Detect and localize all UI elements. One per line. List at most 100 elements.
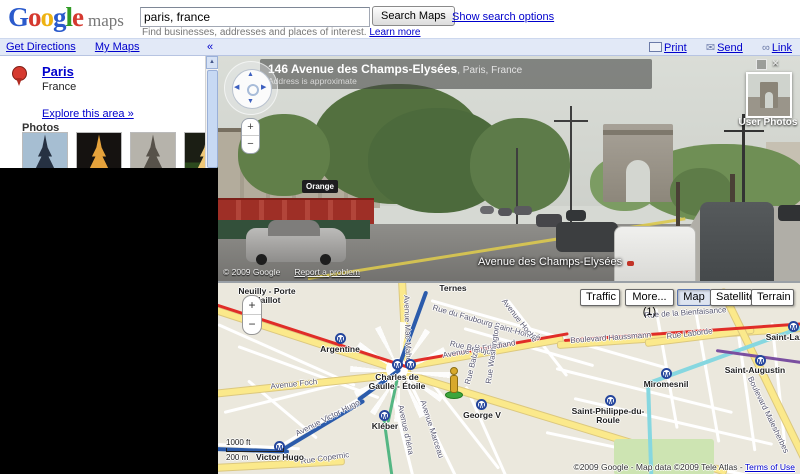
station-label: Kléber xyxy=(366,422,404,431)
car-cabin xyxy=(268,220,320,236)
metro-station-icon[interactable]: M xyxy=(476,399,487,410)
station-label: Argentine xyxy=(310,345,370,354)
dark-van xyxy=(700,202,774,283)
station-label: Saint-Lazare xyxy=(756,333,800,342)
user-photos-thumbnail[interactable] xyxy=(746,72,792,118)
separator xyxy=(695,42,698,54)
traffic-button[interactable]: Traffic xyxy=(580,289,620,306)
white-van xyxy=(614,226,696,283)
scale-metric: 200 m xyxy=(226,453,284,462)
map-zoom-control: + − xyxy=(242,295,262,335)
separator xyxy=(84,41,87,53)
search-hint: Find businesses, addresses and places of… xyxy=(142,27,421,38)
car xyxy=(480,206,494,214)
tree xyxy=(470,118,570,213)
eiffel-tower-photo xyxy=(131,133,175,171)
map-scale: 1000 ft 200 m xyxy=(226,438,284,462)
metro-station-icon[interactable]: M xyxy=(788,321,799,332)
lamp-arm xyxy=(554,120,588,122)
toolbar: Get Directions My Maps « Print ✉Send ∞Li… xyxy=(0,38,800,56)
car xyxy=(498,208,512,216)
place-name-link[interactable]: Paris xyxy=(42,64,74,79)
pegman-body xyxy=(450,375,458,393)
streetview-zoom-control: + − xyxy=(241,118,260,154)
van-taillight xyxy=(627,261,634,266)
print-link[interactable]: Print xyxy=(664,42,687,54)
user-photos-label[interactable]: User Photos xyxy=(736,117,800,128)
google-maps-logo[interactable]: Googlemaps xyxy=(8,2,124,33)
photo-thumbnail[interactable] xyxy=(130,132,176,172)
zoom-in-button[interactable]: + xyxy=(242,119,259,136)
map-copyright: ©2009 Google - Map data ©2009 Tele Atlas… xyxy=(573,462,795,472)
report-problem-link[interactable]: Report a problem xyxy=(294,267,360,277)
streetview-pan-control[interactable]: ▲ ▼ ◀ ▶ xyxy=(224,61,278,115)
panel-divider[interactable] xyxy=(218,281,800,283)
scrollbar-thumb[interactable] xyxy=(207,70,218,168)
scale-bar xyxy=(226,448,284,452)
copyright-text: ©2009 Google - Map data ©2009 Tele Atlas… xyxy=(573,462,742,472)
pan-right-icon[interactable]: ▶ xyxy=(261,84,266,91)
street-label: Avenue Mac-Mahon xyxy=(402,295,413,367)
terrain-type-button[interactable]: Terrain xyxy=(751,289,794,306)
eiffel-tower-photo xyxy=(23,133,67,171)
street-label: Avenue Victor Hugo xyxy=(294,398,361,438)
address-note: Address is approximate xyxy=(268,76,644,86)
metro-station-icon[interactable]: M xyxy=(605,395,616,406)
pegman-head xyxy=(450,367,458,375)
pan-up-icon[interactable]: ▲ xyxy=(247,71,254,78)
metro-station-icon[interactable]: M xyxy=(379,410,390,421)
photo-thumbnail[interactable] xyxy=(22,132,68,172)
scale-imperial: 1000 ft xyxy=(226,438,284,447)
pan-center-icon[interactable] xyxy=(247,84,259,96)
my-maps-link[interactable]: My Maps xyxy=(95,41,140,53)
header: Googlemaps Search Maps Show search optio… xyxy=(0,0,800,38)
place-marker-icon xyxy=(12,66,27,81)
send-link[interactable]: Send xyxy=(717,42,743,54)
lamp-post xyxy=(570,106,572,224)
explore-area-link[interactable]: Explore this area » xyxy=(42,108,134,120)
station-label: Saint-Philippe-du-Roule xyxy=(560,407,656,425)
send-icon: ✉ xyxy=(706,41,715,54)
satellite-type-button[interactable]: Satellite xyxy=(710,289,752,306)
address-text: 146 Avenue des Champs-Elysées xyxy=(268,62,457,76)
learn-more-link[interactable]: Learn more xyxy=(369,27,420,38)
sidebar: Paris France Explore this area » Photos … xyxy=(0,56,218,474)
terms-of-use-link[interactable]: Terms of Use xyxy=(745,462,795,472)
metro-station-icon[interactable]: M xyxy=(335,333,346,344)
close-icon[interactable]: × xyxy=(772,56,779,70)
eiffel-tower-photo xyxy=(77,133,121,171)
unrendered-area xyxy=(0,168,218,474)
more-button[interactable]: More... (1) xyxy=(625,289,674,306)
zoom-in-button[interactable]: + xyxy=(243,296,261,315)
arc-cornice xyxy=(603,130,673,135)
copyright-text: © 2009 Google xyxy=(223,267,280,277)
car xyxy=(566,210,586,221)
get-directions-link[interactable]: Get Directions xyxy=(6,41,76,53)
collapse-sidebar-icon[interactable]: « xyxy=(207,41,213,53)
scroll-up-arrow-icon[interactable]: ▲ xyxy=(206,56,218,69)
tree-trunk xyxy=(676,182,680,230)
metro-station-icon[interactable]: M xyxy=(755,355,766,366)
search-maps-button[interactable]: Search Maps xyxy=(372,6,455,26)
metro-station-icon[interactable]: M xyxy=(661,368,672,379)
pan-down-icon[interactable]: ▼ xyxy=(247,98,254,105)
street-view-panel[interactable]: Orange 146 Avenue des Champs-Elysées, Pa… xyxy=(218,56,800,283)
metro-station-icon[interactable]: M xyxy=(392,359,403,370)
link-icon: ∞ xyxy=(762,42,770,54)
show-search-options-link[interactable]: Show search options xyxy=(452,11,554,23)
pegman[interactable] xyxy=(445,367,463,399)
zoom-out-button[interactable]: − xyxy=(242,136,259,152)
suv xyxy=(556,222,618,252)
map-type-button[interactable]: Map xyxy=(677,289,711,306)
sidebar-scrollbar[interactable]: ▲ xyxy=(205,56,217,168)
zoom-out-button[interactable]: − xyxy=(243,315,261,333)
station-label: Miromesnil xyxy=(631,380,701,389)
pan-left-icon[interactable]: ◀ xyxy=(234,84,239,91)
photo-thumbnail[interactable] xyxy=(76,132,122,172)
expand-icon[interactable] xyxy=(756,59,767,70)
search-input[interactable] xyxy=(140,7,370,27)
metro-station-icon[interactable]: M xyxy=(405,359,416,370)
map-panel[interactable]: Avenue Mac-Mahon Avenue Foch Avenue Vict… xyxy=(218,283,800,474)
link-link[interactable]: Link xyxy=(772,42,792,54)
station-label: Ternes xyxy=(431,284,475,293)
